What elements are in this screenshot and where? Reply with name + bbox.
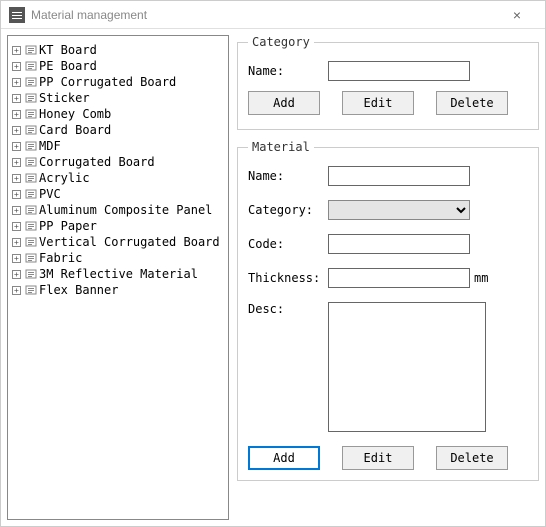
- expand-icon[interactable]: [12, 46, 21, 55]
- material-delete-button[interactable]: Delete: [436, 446, 508, 470]
- tree-item-label: PP Corrugated Board: [39, 75, 176, 89]
- expand-icon[interactable]: [12, 158, 21, 167]
- category-add-button[interactable]: Add: [248, 91, 320, 115]
- folder-icon: [25, 188, 37, 200]
- category-name-label: Name:: [248, 64, 328, 78]
- thickness-unit: mm: [474, 271, 488, 285]
- tree-item-label: Fabric: [39, 251, 82, 265]
- tree-item[interactable]: KT Board: [12, 42, 224, 58]
- material-category-select[interactable]: [328, 200, 470, 220]
- tree-item[interactable]: PP Paper: [12, 218, 224, 234]
- tree-item[interactable]: Acrylic: [12, 170, 224, 186]
- material-code-label: Code:: [248, 237, 328, 251]
- right-panel: Category Name: Add Edit Delete Material …: [237, 35, 539, 520]
- material-desc-input[interactable]: [328, 302, 486, 432]
- tree-item-label: Honey Comb: [39, 107, 111, 121]
- folder-icon: [25, 44, 37, 56]
- expand-icon[interactable]: [12, 110, 21, 119]
- tree-item-label: Corrugated Board: [39, 155, 155, 169]
- expand-icon[interactable]: [12, 174, 21, 183]
- folder-icon: [25, 60, 37, 72]
- expand-icon[interactable]: [12, 78, 21, 87]
- tree-item[interactable]: 3M Reflective Material: [12, 266, 224, 282]
- tree-item-label: Sticker: [39, 91, 90, 105]
- material-group: Material Name: Category: Code: Thickness…: [237, 140, 539, 481]
- tree-item[interactable]: PVC: [12, 186, 224, 202]
- expand-icon[interactable]: [12, 222, 21, 231]
- tree-item-label: Flex Banner: [39, 283, 118, 297]
- material-thickness-input[interactable]: [328, 268, 470, 288]
- material-name-input[interactable]: [328, 166, 470, 186]
- folder-icon: [25, 204, 37, 216]
- tree-item-label: Card Board: [39, 123, 111, 137]
- tree-item-label: PE Board: [39, 59, 97, 73]
- folder-icon: [25, 124, 37, 136]
- category-tree[interactable]: KT Board PE Board PP Corrugated Board Stick…: [7, 35, 229, 520]
- tree-item[interactable]: Honey Comb: [12, 106, 224, 122]
- window: Material management × KT Board PE Board PP…: [0, 0, 546, 527]
- expand-icon[interactable]: [12, 286, 21, 295]
- tree-item-label: Vertical Corrugated Board: [39, 235, 220, 249]
- titlebar: Material management ×: [1, 1, 545, 29]
- folder-icon: [25, 252, 37, 264]
- app-icon: [9, 7, 25, 23]
- tree-item[interactable]: Card Board: [12, 122, 224, 138]
- category-edit-button[interactable]: Edit: [342, 91, 414, 115]
- material-desc-label: Desc:: [248, 302, 328, 316]
- tree-item-label: KT Board: [39, 43, 97, 57]
- tree-item[interactable]: Vertical Corrugated Board: [12, 234, 224, 250]
- expand-icon[interactable]: [12, 238, 21, 247]
- expand-icon[interactable]: [12, 206, 21, 215]
- tree-item[interactable]: Fabric: [12, 250, 224, 266]
- expand-icon[interactable]: [12, 62, 21, 71]
- close-icon[interactable]: ×: [497, 7, 537, 23]
- folder-icon: [25, 156, 37, 168]
- folder-icon: [25, 220, 37, 232]
- expand-icon[interactable]: [12, 190, 21, 199]
- material-name-label: Name:: [248, 169, 328, 183]
- expand-icon[interactable]: [12, 270, 21, 279]
- category-legend: Category: [248, 35, 314, 49]
- tree-item[interactable]: Aluminum Composite Panel: [12, 202, 224, 218]
- material-add-button[interactable]: Add: [248, 446, 320, 470]
- category-group: Category Name: Add Edit Delete: [237, 35, 539, 130]
- window-title: Material management: [31, 8, 147, 22]
- tree-item[interactable]: Flex Banner: [12, 282, 224, 298]
- folder-icon: [25, 268, 37, 280]
- material-edit-button[interactable]: Edit: [342, 446, 414, 470]
- expand-icon[interactable]: [12, 94, 21, 103]
- tree-item[interactable]: Corrugated Board: [12, 154, 224, 170]
- material-category-label: Category:: [248, 203, 328, 217]
- folder-icon: [25, 92, 37, 104]
- tree-item-label: MDF: [39, 139, 61, 153]
- folder-icon: [25, 140, 37, 152]
- tree-item[interactable]: Sticker: [12, 90, 224, 106]
- tree-item[interactable]: PP Corrugated Board: [12, 74, 224, 90]
- tree-item-label: Acrylic: [39, 171, 90, 185]
- tree-item[interactable]: MDF: [12, 138, 224, 154]
- tree-item-label: PVC: [39, 187, 61, 201]
- material-legend: Material: [248, 140, 314, 154]
- folder-icon: [25, 108, 37, 120]
- category-delete-button[interactable]: Delete: [436, 91, 508, 115]
- folder-icon: [25, 284, 37, 296]
- category-name-input[interactable]: [328, 61, 470, 81]
- folder-icon: [25, 76, 37, 88]
- folder-icon: [25, 236, 37, 248]
- tree-item-label: Aluminum Composite Panel: [39, 203, 212, 217]
- expand-icon[interactable]: [12, 254, 21, 263]
- folder-icon: [25, 172, 37, 184]
- expand-icon[interactable]: [12, 126, 21, 135]
- tree-item-label: PP Paper: [39, 219, 97, 233]
- tree-item-label: 3M Reflective Material: [39, 267, 198, 281]
- material-code-input[interactable]: [328, 234, 470, 254]
- content: KT Board PE Board PP Corrugated Board Stick…: [1, 29, 545, 526]
- material-thickness-label: Thickness:: [248, 271, 328, 285]
- expand-icon[interactable]: [12, 142, 21, 151]
- tree-item[interactable]: PE Board: [12, 58, 224, 74]
